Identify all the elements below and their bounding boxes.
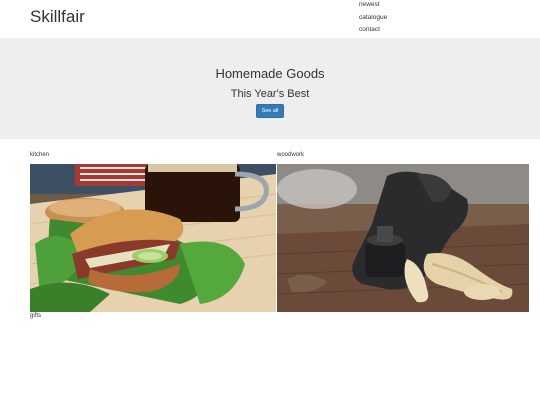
nav-item-contact[interactable]: contact <box>359 25 387 38</box>
nav-menu: newest catalogue contact <box>359 0 387 38</box>
category-label-woodwork[interactable]: woodwork <box>277 152 304 158</box>
see-all-button[interactable]: See all <box>256 104 284 118</box>
hero-banner: Homemade Goods This Year's Best See all <box>0 38 540 139</box>
brand-logo-link[interactable]: Skillfair <box>30 7 85 27</box>
nav-item-catalogue[interactable]: catalogue <box>359 13 387 26</box>
category-tile-kitchen[interactable] <box>30 164 276 312</box>
nav-item-newest[interactable]: newest <box>359 0 387 13</box>
hand-plane-with-wood-shavings-photo <box>277 164 529 312</box>
category-label-gifts[interactable]: gifts <box>30 313 41 319</box>
hero-subtitle: This Year's Best <box>230 88 310 100</box>
top-navbar: Skillfair newest catalogue contact <box>0 0 540 38</box>
category-label-kitchen[interactable]: kitchen <box>30 152 49 158</box>
sandwich-and-beer-photo <box>30 164 276 312</box>
hero-title: Homemade Goods <box>215 66 325 81</box>
category-tile-woodwork[interactable] <box>277 164 529 312</box>
